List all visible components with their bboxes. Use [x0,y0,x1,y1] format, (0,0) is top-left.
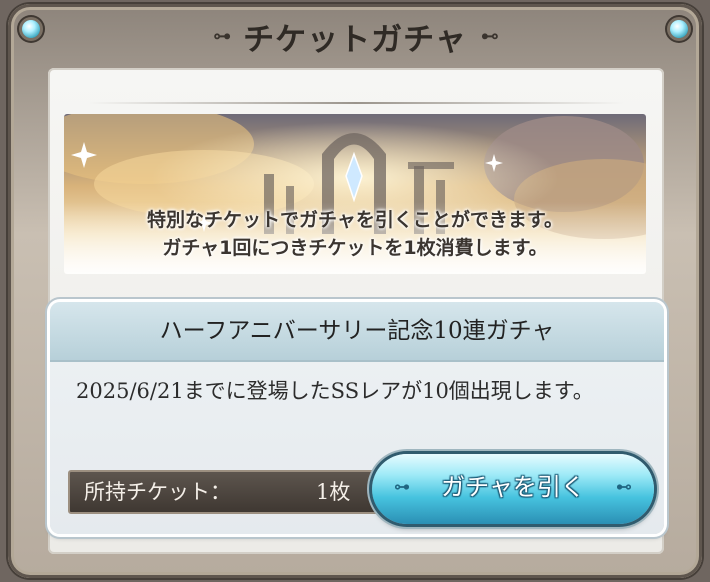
divider [88,102,624,104]
button-ornament-right-icon: ⊷ [616,477,632,496]
ticket-count: 1枚 [316,480,351,504]
ticket-label: 所持チケット： [84,480,231,504]
right-title-ornament-icon: ⊷ [480,26,499,47]
button-ornament-left-icon: ⊶ [394,477,410,496]
draw-gacha-button[interactable]: ⊶ ガチャを引く ⊷ [372,454,654,524]
left-title-ornament-icon: ⊶ [213,26,231,47]
gacha-card-description: 2025/6/21までに登場したSSレアが10個出現します。 [76,379,594,403]
dialog-header: ⊶ チケットガチャ ⊷ [0,14,710,59]
dialog-title: チケットガチャ [243,22,467,58]
ticket-count-bar: 所持チケット： 1枚 [68,470,412,514]
banner-line-1: 特別なチケットでガチャを引くことができます。 [147,209,563,231]
banner-description: 特別なチケットでガチャを引くことができます。 ガチャ1回につきチケットを1枚消費… [0,206,710,262]
gacha-card: ハーフアニバーサリー記念10連ガチャ 2025/6/21までに登場したSSレアが… [50,302,664,534]
banner-line-2: ガチャ1回につきチケットを1枚消費します。 [162,237,548,259]
gacha-card-title: ハーフアニバーサリー記念10連ガチャ [50,302,664,362]
draw-gacha-button-label: ガチャを引く [441,473,585,501]
